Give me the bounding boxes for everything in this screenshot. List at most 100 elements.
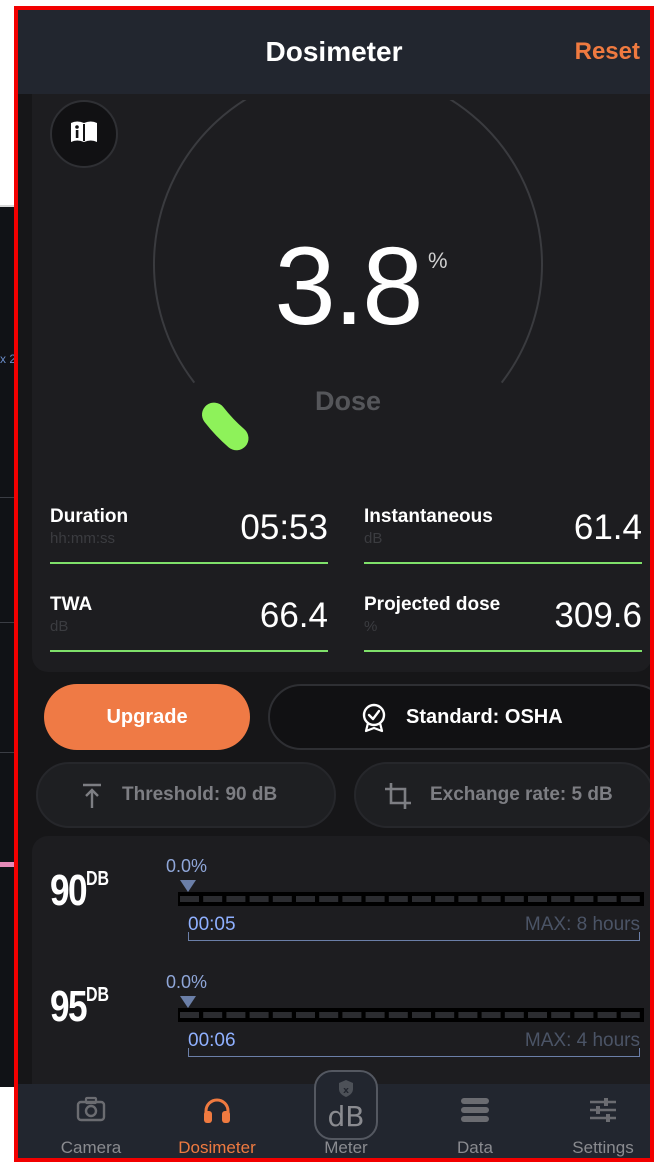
bar-segment bbox=[249, 1012, 269, 1018]
bar-segment bbox=[597, 896, 617, 902]
bar-segment bbox=[365, 896, 385, 902]
stat-unit: dB bbox=[364, 530, 383, 547]
level-unit: DB bbox=[85, 868, 110, 890]
level-unit: DB bbox=[85, 984, 110, 1006]
bar-segment bbox=[296, 896, 315, 902]
bar-segment bbox=[481, 896, 501, 902]
stat-twa: TWA dB 66.4 bbox=[50, 594, 328, 652]
bar-segment bbox=[528, 896, 547, 902]
stat-value: 61.4 bbox=[573, 508, 642, 547]
upgrade-button[interactable]: Upgrade bbox=[44, 684, 250, 750]
level-value: 90DB bbox=[50, 866, 110, 915]
tab-data[interactable]: Data bbox=[412, 1084, 538, 1158]
bar-track bbox=[178, 892, 644, 906]
stat-unit: % bbox=[364, 618, 378, 635]
tab-settings[interactable]: Settings bbox=[540, 1084, 650, 1158]
bar-segment bbox=[342, 896, 362, 902]
camera-icon bbox=[28, 1096, 154, 1122]
bar-segment bbox=[226, 1012, 246, 1018]
stat-label: TWA bbox=[50, 594, 93, 615]
stat-label: Projected dose bbox=[364, 594, 501, 615]
bar-segment bbox=[249, 896, 269, 902]
bar-segment bbox=[272, 1012, 292, 1018]
stat-value: 66.4 bbox=[259, 596, 328, 635]
dose-label: Dose bbox=[314, 386, 382, 416]
bar-segment bbox=[504, 1012, 524, 1018]
exchange-rate-label: Exchange rate: 5 dB bbox=[430, 784, 613, 805]
tab-label: Dosimeter bbox=[178, 1138, 256, 1157]
exchange-rate-button[interactable]: Exchange rate: 5 dB bbox=[354, 762, 650, 828]
dosimeter-screen: Dosimeter Reset 3.8 % Dose Duration hh:m… bbox=[18, 10, 650, 1158]
bar-segment bbox=[435, 1012, 455, 1018]
bar-segment bbox=[412, 896, 431, 902]
bar-segment bbox=[342, 1012, 362, 1018]
level-value: 95DB bbox=[50, 982, 110, 1031]
crop-icon bbox=[384, 782, 412, 816]
bar-segment bbox=[319, 1012, 339, 1018]
reset-button[interactable]: Reset bbox=[575, 38, 640, 66]
bar-segment bbox=[574, 896, 594, 902]
dose-unit: % bbox=[428, 248, 448, 273]
badge-check-icon bbox=[360, 703, 388, 739]
bar-segment bbox=[551, 896, 571, 902]
standard-label: Standard: OSHA bbox=[406, 705, 563, 728]
bar-segment bbox=[458, 896, 478, 902]
bar-segment bbox=[620, 896, 640, 902]
bar-segment bbox=[481, 1012, 501, 1018]
phone-frame: Dosimeter Reset 3.8 % Dose Duration hh:m… bbox=[14, 6, 654, 1162]
tab-dosimeter[interactable]: Dosimeter bbox=[154, 1084, 280, 1158]
threshold-icon bbox=[80, 782, 104, 816]
bar-track bbox=[178, 1008, 644, 1022]
bar-segment bbox=[412, 1012, 431, 1018]
svg-text:dB: dB bbox=[328, 1100, 365, 1132]
bar-segment bbox=[365, 1012, 385, 1018]
level-max: MAX: 8 hours bbox=[524, 914, 640, 935]
bar-segment bbox=[551, 1012, 571, 1018]
sliders-icon bbox=[540, 1096, 650, 1124]
tab-label: Data bbox=[457, 1138, 493, 1157]
gauge-progress bbox=[202, 402, 249, 451]
tab-label: Settings bbox=[572, 1138, 634, 1157]
tab-label: Camera bbox=[60, 1138, 122, 1157]
tab-bar: Camera Dosimeter Meter x dB Data Setting… bbox=[18, 1070, 650, 1158]
bar-segment bbox=[528, 1012, 547, 1018]
book-info-icon bbox=[69, 119, 99, 150]
stat-duration: Duration hh:mm:ss 05:53 bbox=[50, 506, 328, 564]
bar-segment bbox=[180, 1012, 199, 1018]
bar-segment bbox=[272, 896, 292, 902]
stat-value: 05:53 bbox=[240, 508, 328, 547]
stat-label: Duration bbox=[50, 506, 129, 527]
bar-segment bbox=[620, 1012, 640, 1018]
db-icon[interactable]: x dB bbox=[314, 1070, 378, 1140]
stat-instantaneous: Instantaneous dB 61.4 bbox=[364, 506, 642, 564]
bar-segment bbox=[458, 1012, 478, 1018]
exposure-bar bbox=[178, 892, 644, 906]
threshold-label: Threshold: 90 dB bbox=[122, 784, 278, 805]
level-max: MAX: 4 hours bbox=[524, 1030, 640, 1051]
info-button[interactable] bbox=[50, 100, 118, 168]
bar-segment bbox=[226, 896, 246, 902]
level-time: 00:05 bbox=[188, 914, 236, 935]
exposure-list: 90DB 0.0% 00:05 MAX: 8 hours 95DB 0.0% 0… bbox=[32, 836, 650, 1096]
progress-marker bbox=[180, 880, 196, 892]
tab-label: Meter bbox=[324, 1138, 368, 1157]
standard-button[interactable]: Standard: OSHA bbox=[268, 684, 650, 750]
threshold-button[interactable]: Threshold: 90 dB bbox=[36, 762, 336, 828]
bar-segment bbox=[388, 1012, 408, 1018]
headphones-icon bbox=[154, 1096, 280, 1124]
bar-segment bbox=[435, 896, 455, 902]
stat-unit: hh:mm:ss bbox=[50, 530, 116, 547]
bar-segment bbox=[203, 896, 223, 902]
stat-projected-dose: Projected dose % 309.6 bbox=[364, 594, 642, 652]
level-time: 00:06 bbox=[188, 1030, 236, 1051]
level-percent: 0.0% bbox=[166, 972, 208, 992]
header: Dosimeter Reset bbox=[18, 10, 650, 94]
svg-text:x: x bbox=[343, 1086, 349, 1096]
stat-unit: dB bbox=[50, 618, 69, 635]
database-icon bbox=[412, 1096, 538, 1124]
tab-camera[interactable]: Camera bbox=[28, 1084, 154, 1158]
progress-marker bbox=[180, 996, 196, 1008]
bar-segment bbox=[180, 896, 199, 902]
page-title: Dosimeter bbox=[265, 36, 403, 67]
stat-value: 309.6 bbox=[554, 596, 642, 635]
